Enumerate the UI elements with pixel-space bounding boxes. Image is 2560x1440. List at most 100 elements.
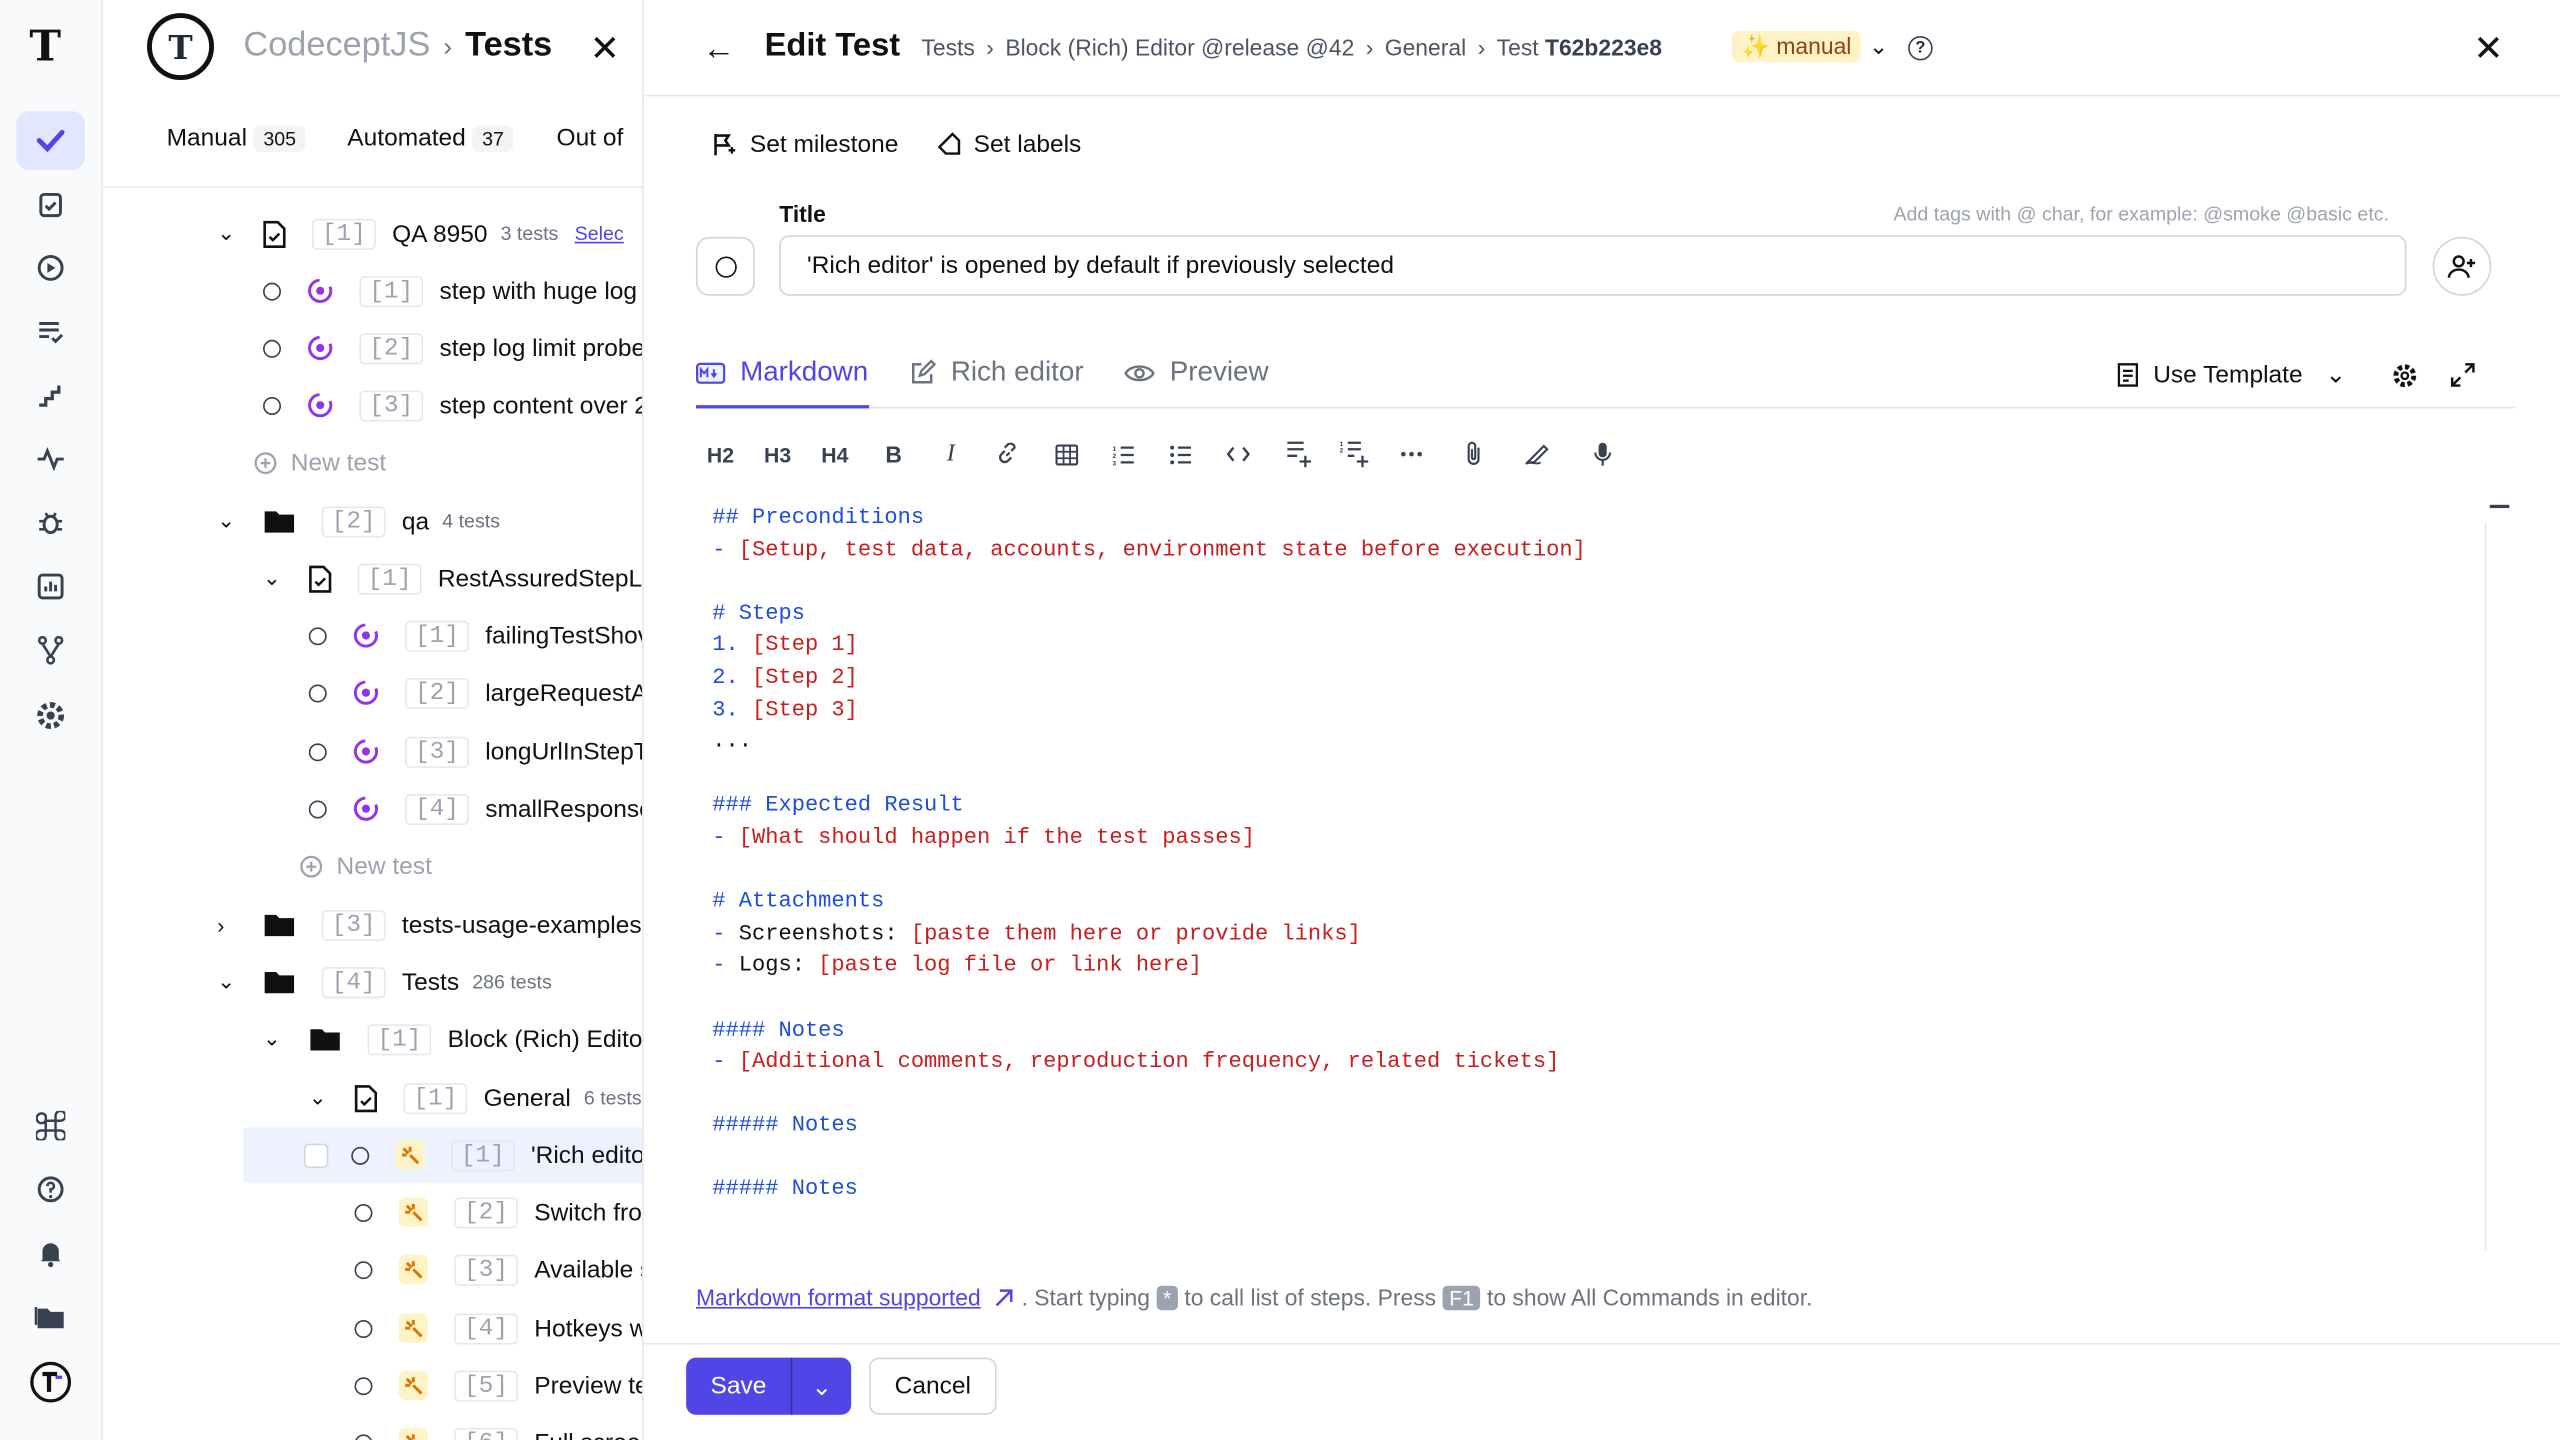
tests-nav-icon[interactable] xyxy=(16,111,85,170)
chevron-down-icon[interactable]: ⌄ xyxy=(217,969,240,995)
tree-folder-row[interactable]: › [3] tests-usage-examples xyxy=(217,897,642,953)
tree-suite-row[interactable]: ⌄ [1] General 6 tests xyxy=(309,1070,642,1126)
help-icon[interactable]: ? xyxy=(1908,35,1933,61)
signature-pen-icon[interactable] xyxy=(1518,435,1557,474)
heading3-button[interactable]: H3 xyxy=(758,435,797,474)
tree-test-row[interactable]: [4] smallResponse xyxy=(308,781,642,837)
tab-markdown-label: Markdown xyxy=(740,356,869,388)
tree-test-row[interactable]: [1] failingTestShov xyxy=(308,608,642,664)
title-input[interactable] xyxy=(779,235,2407,296)
tree-test-row[interactable]: [2] Switch fro xyxy=(354,1184,642,1240)
tree-test-row[interactable]: [2] step log limit probe xyxy=(263,320,642,376)
tree-suite-row[interactable]: ⌄ [1] QA 8950 3 tests Selec xyxy=(217,206,624,262)
chevron-right-icon[interactable]: › xyxy=(217,912,240,937)
row-checkbox[interactable] xyxy=(303,1143,329,1169)
test-status-button[interactable] xyxy=(695,236,755,296)
command-icon[interactable] xyxy=(16,1096,85,1155)
manual-badge[interactable]: ✨ manual xyxy=(1731,31,1862,63)
tree-test-row[interactable]: [5] Preview te xyxy=(354,1358,642,1414)
chevron-down-icon[interactable]: ⌄ xyxy=(309,1085,332,1111)
tree-suite-row[interactable]: ⌄ [1] RestAssuredStepLo xyxy=(263,551,642,607)
insert-numbered-step-icon[interactable]: 12 xyxy=(1335,435,1374,474)
account-logo-icon[interactable] xyxy=(16,1353,85,1412)
settings-gear-icon[interactable] xyxy=(16,686,85,745)
new-test-button[interactable]: New test xyxy=(299,838,432,894)
breadcrumb-item[interactable]: Tests xyxy=(921,34,974,60)
tree-test-row[interactable]: [6] Full screen xyxy=(354,1415,642,1440)
bold-button[interactable]: B xyxy=(874,435,913,474)
tree-folder-row[interactable]: ⌄ [1] Block (Rich) Editor xyxy=(263,1011,642,1067)
chevron-down-icon[interactable]: ⌄ xyxy=(263,1026,286,1052)
close-icon[interactable]: ✕ xyxy=(590,28,620,70)
breadcrumb-item[interactable]: General xyxy=(1385,34,1466,60)
chevron-down-icon[interactable]: ⌄ xyxy=(263,565,286,591)
tree-folder-row[interactable]: ⌄ [2] qa 4 tests xyxy=(217,493,500,549)
chevron-down-icon[interactable]: ⌄ xyxy=(217,508,240,534)
external-link-arrow-icon[interactable] xyxy=(994,1287,1015,1308)
insert-step-icon[interactable] xyxy=(1278,435,1317,474)
new-test-button[interactable]: New test xyxy=(253,435,386,491)
chevron-down-icon[interactable]: ⌄ xyxy=(1869,33,1888,61)
markdown-format-link[interactable]: Markdown format supported xyxy=(696,1284,981,1310)
editor-scrollbar[interactable] xyxy=(2484,522,2487,1252)
heading2-button[interactable]: H2 xyxy=(701,435,740,474)
editor-settings-gear-icon[interactable] xyxy=(2392,363,2418,389)
set-labels-button[interactable]: Set labels xyxy=(936,131,1081,158)
back-arrow-icon[interactable]: ← xyxy=(702,31,735,69)
steps-icon[interactable] xyxy=(16,366,85,425)
tree-test-row[interactable]: [3] step content over 2 xyxy=(263,377,642,433)
microphone-icon[interactable] xyxy=(1583,435,1622,474)
select-link[interactable]: Selec xyxy=(575,222,624,245)
project-logo[interactable]: T xyxy=(147,13,215,81)
tab-rich-editor[interactable]: Rich editor xyxy=(910,356,1084,389)
set-milestone-button[interactable]: Set milestone xyxy=(712,131,898,158)
tree-test-row-selected[interactable]: [1] 'Rich edito xyxy=(243,1127,643,1183)
italic-button[interactable]: I xyxy=(931,435,970,474)
link-icon[interactable] xyxy=(988,435,1027,474)
close-icon[interactable]: ✕ xyxy=(2473,28,2503,70)
attachment-paperclip-icon[interactable] xyxy=(1454,435,1493,474)
cancel-button[interactable]: Cancel xyxy=(869,1357,997,1415)
more-options-icon[interactable] xyxy=(1392,435,1431,474)
bug-icon[interactable] xyxy=(16,493,85,552)
tree-test-row[interactable]: [1] step with huge log xyxy=(263,263,637,319)
left-rail: T xyxy=(0,0,103,1440)
analytics-icon[interactable] xyxy=(16,557,85,616)
branch-icon[interactable] xyxy=(16,621,85,680)
project-name[interactable]: CodeceptJS xyxy=(243,26,430,64)
assign-user-button[interactable] xyxy=(2432,236,2492,296)
tree-test-row[interactable]: [4] Hotkeys w xyxy=(354,1300,642,1356)
app-logo[interactable]: T xyxy=(29,23,61,72)
tree-test-row[interactable]: [3] longUrlInStepT xyxy=(308,724,642,780)
use-template-dropdown[interactable]: Use Template ⌄ xyxy=(2117,359,2346,389)
ordered-list-icon[interactable]: 123 xyxy=(1104,435,1143,474)
tab-out-of-sync[interactable]: Out of xyxy=(557,124,624,152)
tab-manual[interactable]: Manual xyxy=(167,124,247,152)
tree-test-row[interactable]: [3] Available s xyxy=(354,1242,642,1298)
status-circle-icon xyxy=(308,626,327,645)
plans-list-icon[interactable] xyxy=(16,302,85,361)
table-icon[interactable] xyxy=(1047,435,1086,474)
clipboard-check-icon[interactable] xyxy=(16,175,85,234)
tree-test-row[interactable]: [2] largeRequestA xyxy=(308,665,642,721)
bullet-list-icon[interactable] xyxy=(1162,435,1201,474)
tab-automated[interactable]: Automated xyxy=(347,124,466,152)
tab-markdown[interactable]: Markdown xyxy=(695,356,869,389)
save-options-chevron-icon[interactable]: ⌄ xyxy=(792,1371,851,1401)
chevron-down-icon[interactable]: ⌄ xyxy=(217,221,240,247)
projects-folder-icon[interactable] xyxy=(16,1287,85,1346)
runs-play-icon[interactable] xyxy=(16,239,85,298)
code-icon[interactable] xyxy=(1219,435,1258,474)
save-button[interactable]: Save xyxy=(686,1372,791,1400)
fullscreen-expand-icon[interactable] xyxy=(2450,363,2476,388)
breadcrumb-item[interactable]: Block (Rich) Editor @release @42 xyxy=(1005,34,1354,60)
notifications-bell-icon[interactable] xyxy=(16,1224,85,1283)
tree-folder-row[interactable]: ⌄ [4] Tests 286 tests xyxy=(217,954,552,1010)
tests-tree-panel: T CodeceptJS › Tests ✕ Manual 305 Automated… xyxy=(102,0,643,1440)
pulse-icon[interactable] xyxy=(16,430,85,489)
template-icon xyxy=(2117,362,2139,386)
help-icon[interactable] xyxy=(16,1160,85,1219)
heading4-button[interactable]: H4 xyxy=(815,435,854,474)
tab-preview[interactable]: Preview xyxy=(1124,356,1269,389)
markdown-editor[interactable]: ## Preconditions - [Setup, test data, acc… xyxy=(712,503,2489,1255)
